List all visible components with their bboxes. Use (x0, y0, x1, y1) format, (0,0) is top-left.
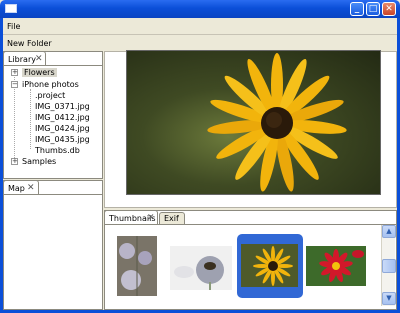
minimize-button[interactable]: _ (350, 2, 364, 16)
collapse-iphone-icon[interactable]: − (11, 81, 18, 88)
toolbar: New Folder (3, 37, 397, 50)
maximize-button[interactable]: □ (366, 2, 380, 16)
tree-item-flowers[interactable]: Flowers (22, 67, 57, 78)
tree-item-file[interactable]: IMG_0435.jpg (35, 134, 90, 145)
new-folder-button[interactable]: New Folder (7, 39, 52, 48)
scrollbar-thumb[interactable] (382, 259, 396, 273)
thumbnails-tab-divider (104, 224, 397, 225)
expand-samples-icon[interactable]: + (11, 158, 18, 165)
thumbnail-3[interactable] (241, 244, 298, 287)
tab-exif-label: Exif (164, 214, 179, 223)
tree-item-samples[interactable]: Samples (22, 156, 56, 167)
bee-thistle-thumbnail-image (170, 246, 232, 290)
dahlia-thumbnail-image (306, 246, 366, 286)
expand-flowers-icon[interactable]: + (11, 69, 18, 76)
tree-item-file[interactable]: IMG_0412.jpg (35, 112, 90, 123)
title-bar: _ □ ✕ (0, 0, 400, 18)
app-icon (5, 4, 17, 13)
tab-exif[interactable]: Exif (159, 212, 185, 224)
library-tab-divider (3, 65, 103, 66)
tree-item-file[interactable]: .project (35, 90, 65, 101)
close-window-button[interactable]: ✕ (382, 2, 396, 16)
menu-bar: File (3, 19, 397, 34)
thumbnail-1[interactable] (117, 236, 157, 296)
map-view (3, 180, 103, 310)
close-icon[interactable]: ✕ (35, 54, 43, 64)
tab-library-label: Library (8, 55, 36, 64)
thistle-thumbnail-image (117, 236, 157, 296)
thumbnails-scrollbar[interactable]: ▲ ▼ (381, 225, 396, 306)
chevron-up-icon[interactable]: ▲ (382, 225, 396, 238)
tree-item-file[interactable]: Thumbs.db (35, 145, 80, 156)
close-icon[interactable]: ✕ (147, 213, 155, 223)
tab-library[interactable]: Library ✕ (3, 51, 46, 65)
close-icon[interactable]: ✕ (27, 183, 35, 193)
flower-petals (207, 53, 347, 192)
main-photo[interactable] (127, 51, 380, 194)
tree-item-file[interactable]: IMG_0424.jpg (35, 123, 90, 134)
tree-item-iphone-photos[interactable]: iPhone photos (22, 79, 79, 90)
tree-line (14, 77, 15, 160)
chevron-down-icon[interactable]: ▼ (382, 292, 396, 305)
menu-file[interactable]: File (7, 22, 20, 31)
tab-map-label: Map (8, 184, 25, 193)
menu-separator (3, 34, 397, 35)
tab-map[interactable]: Map ✕ (3, 180, 39, 194)
tree-item-label: Flowers (22, 68, 57, 77)
tree-line (30, 89, 31, 149)
sunflower-thumbnail-image (241, 244, 298, 287)
thumbnail-4[interactable] (306, 246, 366, 286)
map-tab-divider (3, 194, 103, 195)
tab-thumbnails[interactable]: Thumbnails ✕ (104, 210, 158, 224)
thumbnail-2[interactable] (170, 246, 232, 290)
sunflower-image (207, 53, 347, 192)
tree-item-file[interactable]: IMG_0371.jpg (35, 101, 90, 112)
